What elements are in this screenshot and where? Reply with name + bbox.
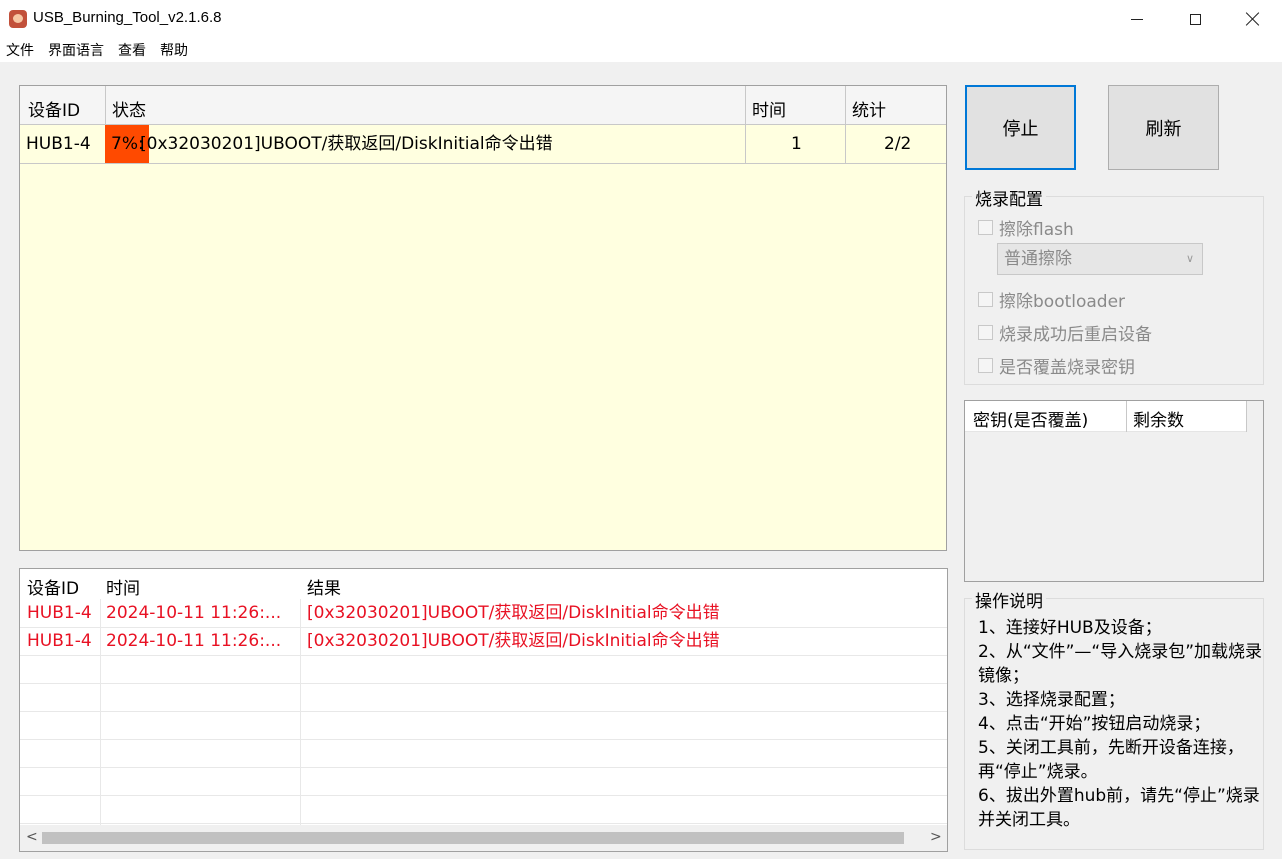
maximize-icon <box>1189 13 1201 25</box>
menu-bar: 文件 界面语言 查看 帮助 <box>0 38 1282 62</box>
scroll-left-icon[interactable]: < <box>26 829 38 845</box>
header-time[interactable]: 时间 <box>106 574 140 599</box>
window-title: USB_Burning_Tool_v2.1.6.8 <box>33 9 222 26</box>
header-result[interactable]: 结果 <box>307 574 341 599</box>
burn-config-title: 烧录配置 <box>972 185 1046 210</box>
maximize-button[interactable] <box>1166 0 1224 38</box>
instruction-line: 5、关闭工具前，先断开设备连接，再“停止”烧录。 <box>978 738 1244 782</box>
erase-bootloader-checkbox[interactable]: 擦除bootloader <box>978 287 1125 312</box>
app-icon <box>9 10 27 28</box>
log-row-empty <box>20 796 947 824</box>
instructions-title: 操作说明 <box>972 587 1046 612</box>
erase-flash-checkbox[interactable]: 擦除flash <box>978 215 1074 240</box>
header-device-id[interactable]: 设备ID <box>28 96 80 121</box>
menu-help[interactable]: 帮助 <box>160 40 188 60</box>
header-stats[interactable]: 统计 <box>852 96 886 121</box>
log-row-empty <box>20 740 947 768</box>
log-row-empty <box>20 656 947 684</box>
log-time: 2024-10-11 11:26:... <box>106 631 282 651</box>
reboot-after-success-checkbox[interactable]: 烧录成功后重启设备 <box>978 320 1152 345</box>
device-id-cell: HUB1-4 <box>26 134 91 154</box>
log-result: [0x32030201]UBOOT/获取返回/DiskInitial命令出错 <box>307 603 720 623</box>
menu-language[interactable]: 界面语言 <box>48 40 104 60</box>
chevron-down-icon: ∨ <box>1185 252 1194 265</box>
log-device-id: HUB1-4 <box>27 631 92 651</box>
menu-file[interactable]: 文件 <box>6 40 34 60</box>
header-key[interactable]: 密钥(是否覆盖) <box>973 406 1088 431</box>
overwrite-key-checkbox[interactable]: 是否覆盖烧录密钥 <box>978 353 1135 378</box>
log-row[interactable]: HUB1-4 2024-10-11 11:26:... [0x32030201]… <box>20 628 947 656</box>
instruction-line: 2、从“文件”—“导入烧录包”加载烧录镜像； <box>978 642 1263 686</box>
horizontal-scrollbar[interactable]: < > <box>20 825 947 851</box>
checkbox-box[interactable] <box>978 325 993 340</box>
instruction-line: 6、拔出外置hub前，请先“停止”烧录并关闭工具。 <box>978 786 1260 830</box>
instruction-line: 3、选择烧录配置； <box>978 690 1125 710</box>
time-cell: 1 <box>791 134 802 154</box>
header-remaining[interactable]: 剩余数 <box>1133 406 1184 431</box>
minimize-icon <box>1131 18 1143 20</box>
progress-label: 7%: <box>111 134 144 154</box>
device-table-header: 设备ID 状态 时间 统计 <box>20 86 946 125</box>
menu-view[interactable]: 查看 <box>118 40 146 60</box>
overwrite-key-label: 是否覆盖烧录密钥 <box>999 358 1135 378</box>
title-bar: USB_Burning_Tool_v2.1.6.8 <box>0 0 1282 38</box>
log-row[interactable]: HUB1-4 2024-10-11 11:26:... [0x32030201]… <box>20 600 947 628</box>
erase-bootloader-label: 擦除bootloader <box>999 292 1126 312</box>
minimize-button[interactable] <box>1108 0 1166 38</box>
key-list[interactable]: 密钥(是否覆盖) 剩余数 <box>964 400 1264 582</box>
device-table[interactable]: 设备ID 状态 时间 统计 HUB1-4 7%: [0x32030201]UBO… <box>19 85 947 551</box>
erase-flash-label: 擦除flash <box>999 220 1074 240</box>
instruction-line: 4、点击“开始”按钮启动烧录； <box>978 714 1211 734</box>
close-button[interactable] <box>1224 0 1282 38</box>
stop-button[interactable]: 停止 <box>965 85 1076 170</box>
instruction-line: 1、连接好HUB及设备； <box>978 618 1162 638</box>
log-row-empty <box>20 768 947 796</box>
key-list-header: 密钥(是否覆盖) 剩余数 <box>965 401 1247 432</box>
checkbox-box[interactable] <box>978 292 993 307</box>
log-row-empty <box>20 712 947 740</box>
log-result: [0x32030201]UBOOT/获取返回/DiskInitial命令出错 <box>307 631 720 651</box>
header-device-id[interactable]: 设备ID <box>27 574 79 599</box>
device-row[interactable]: HUB1-4 7%: [0x32030201]UBOOT/获取返回/DiskIn… <box>20 125 946 164</box>
checkbox-box[interactable] <box>978 220 993 235</box>
instructions-text: 1、连接好HUB及设备； 2、从“文件”—“导入烧录包”加载烧录镜像； 3、选择… <box>978 616 1268 832</box>
stats-cell: 2/2 <box>884 134 912 154</box>
scroll-right-icon[interactable]: > <box>930 829 942 845</box>
log-table[interactable]: 设备ID 时间 结果 HUB1-4 2024-10-11 11:26:... [… <box>19 568 948 852</box>
header-status[interactable]: 状态 <box>112 96 146 121</box>
refresh-button[interactable]: 刷新 <box>1108 85 1219 170</box>
status-text: [0x32030201]UBOOT/获取返回/DiskInitial命令出错 <box>140 134 553 154</box>
log-device-id: HUB1-4 <box>27 603 92 623</box>
scrollbar-thumb[interactable] <box>42 832 904 844</box>
reboot-after-success-label: 烧录成功后重启设备 <box>999 325 1152 345</box>
log-time: 2024-10-11 11:26:... <box>106 603 282 623</box>
log-table-header: 设备ID 时间 结果 <box>20 569 947 599</box>
erase-mode-select[interactable]: 普通擦除 ∨ <box>997 243 1203 275</box>
checkbox-box[interactable] <box>978 358 993 373</box>
header-time[interactable]: 时间 <box>752 96 786 121</box>
erase-mode-value: 普通擦除 <box>1004 249 1072 269</box>
log-row-empty <box>20 684 947 712</box>
close-icon <box>1246 12 1260 26</box>
